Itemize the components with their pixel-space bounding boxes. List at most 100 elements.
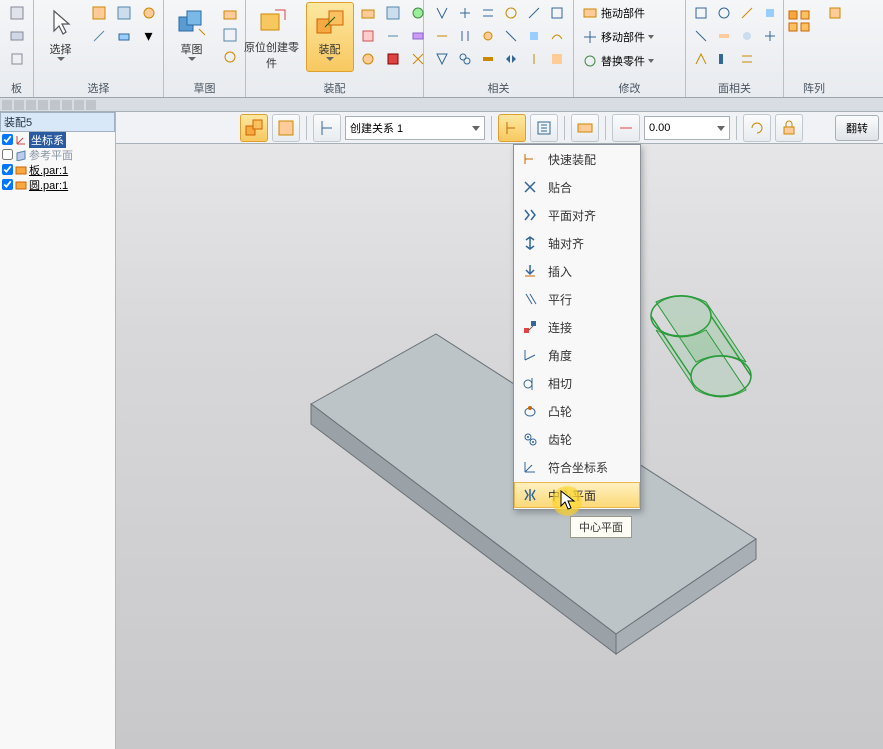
tree-item-circle[interactable]: 圆.par:1	[0, 177, 115, 192]
move-part-button[interactable]: 移动部件	[578, 26, 658, 48]
main-area: 装配5 坐标系 参考平面 板.par:1 圆.par:1	[0, 112, 883, 749]
sketch-button[interactable]: 草图	[168, 2, 216, 72]
viewport[interactable]: 创建关系 1 0.00 翻转 快速装配 贴合	[116, 112, 883, 749]
rel-11[interactable]	[522, 25, 546, 47]
rel-13[interactable]	[430, 48, 454, 70]
tb-btn-2[interactable]	[272, 114, 300, 142]
menu-axial-align[interactable]: 轴对齐	[514, 229, 640, 257]
menu-center-plane[interactable]: 中心平面	[514, 482, 640, 508]
array-button[interactable]	[781, 2, 821, 72]
board-btn2[interactable]	[5, 25, 29, 47]
asm-sm-1[interactable]	[356, 2, 380, 24]
asm-sm-4[interactable]	[356, 25, 380, 47]
menu-coordsys[interactable]: 符合坐标系	[514, 453, 640, 481]
ribbon-group-board: 板	[0, 0, 34, 97]
fc-4[interactable]	[758, 2, 782, 24]
board-btn3[interactable]	[5, 48, 29, 70]
fc-1[interactable]	[689, 2, 713, 24]
rel-6[interactable]	[545, 2, 569, 24]
rel-14[interactable]	[453, 48, 477, 70]
rel-18[interactable]	[545, 48, 569, 70]
sel-sm-4[interactable]	[87, 25, 111, 47]
sk-sm-2[interactable]	[218, 24, 242, 46]
rel-16[interactable]	[499, 48, 523, 70]
asm-sm-7[interactable]	[356, 48, 380, 70]
rel-9[interactable]	[476, 25, 500, 47]
sel-sm-1[interactable]	[87, 2, 111, 24]
insert-icon	[520, 261, 540, 281]
tree-item-coordsys[interactable]: 坐标系	[0, 132, 115, 147]
arr-sm[interactable]	[823, 2, 847, 24]
chevron-down-icon	[188, 57, 196, 61]
tree-check[interactable]	[2, 164, 13, 175]
rel-10[interactable]	[499, 25, 523, 47]
menu-gear[interactable]: 齿轮	[514, 425, 640, 453]
asm-sm-5[interactable]	[381, 25, 405, 47]
menu-connect[interactable]: 连接	[514, 313, 640, 341]
tb-btn-7[interactable]	[612, 114, 640, 142]
rel-3[interactable]	[476, 2, 500, 24]
fc-2[interactable]	[712, 2, 736, 24]
sel-sm-3[interactable]	[137, 2, 161, 24]
rel-1[interactable]	[430, 2, 454, 24]
tb-btn-6[interactable]	[571, 114, 599, 142]
menu-mate[interactable]: 贴合	[514, 173, 640, 201]
asm-small-grid	[356, 2, 430, 70]
rel-7[interactable]	[430, 25, 454, 47]
asm-sm-8[interactable]	[381, 48, 405, 70]
relation-combo[interactable]: 创建关系 1	[345, 116, 485, 140]
board-btn[interactable]	[5, 2, 29, 24]
tb-assembly-icon[interactable]	[240, 114, 268, 142]
create-part-button[interactable]: 原位创建零件	[240, 2, 304, 72]
menu-cam[interactable]: 凸轮	[514, 397, 640, 425]
tree-item-refplane[interactable]: 参考平面	[0, 147, 115, 162]
rel-17[interactable]	[522, 48, 546, 70]
fc-6[interactable]	[712, 25, 736, 47]
select-button[interactable]: 选择	[37, 2, 85, 72]
menu-parallel[interactable]: 平行	[514, 285, 640, 313]
tb-lock[interactable]	[775, 114, 803, 142]
tb-btn-3[interactable]	[313, 114, 341, 142]
fc-8[interactable]	[758, 25, 782, 47]
rel-15[interactable]	[476, 48, 500, 70]
rel-4[interactable]	[499, 2, 523, 24]
rel-12[interactable]	[545, 25, 569, 47]
gear-icon	[520, 429, 540, 449]
sel-sm-6[interactable]: ▾	[137, 25, 161, 47]
tree-check[interactable]	[2, 134, 13, 145]
value-combo[interactable]: 0.00	[644, 116, 730, 140]
tree-header: 装配5	[0, 112, 115, 132]
sel-sm-2[interactable]	[112, 2, 136, 24]
fc-11[interactable]	[735, 48, 759, 70]
replace-part-button[interactable]: 替换零件	[578, 50, 658, 72]
assembly-button[interactable]: 装配	[306, 2, 354, 72]
sk-sm-3[interactable]	[218, 46, 242, 68]
tb-constraint-type[interactable]	[498, 114, 526, 142]
asm-sm-2[interactable]	[381, 2, 405, 24]
fc-10[interactable]	[712, 48, 736, 70]
sel-sm-5[interactable]	[112, 25, 136, 47]
drag-part-button[interactable]: 拖动部件	[578, 2, 649, 24]
tb-rotate[interactable]	[743, 114, 771, 142]
fc-9[interactable]	[689, 48, 713, 70]
sk-sm-1[interactable]	[218, 2, 242, 24]
tree-check[interactable]	[2, 179, 13, 190]
tree-item-board[interactable]: 板.par:1	[0, 162, 115, 177]
ribbon-group-modify: 拖动部件 移动部件 替换零件 修改	[574, 0, 686, 97]
menu-angle[interactable]: 角度	[514, 341, 640, 369]
fc-5[interactable]	[689, 25, 713, 47]
menu-insert[interactable]: 插入	[514, 257, 640, 285]
fc-7[interactable]	[735, 25, 759, 47]
menu-quick-assembly[interactable]: 快速装配	[514, 145, 640, 173]
tree-check[interactable]	[2, 149, 13, 160]
rel-2[interactable]	[453, 2, 477, 24]
part-cylinder	[651, 296, 751, 398]
tb-btn-5[interactable]	[530, 114, 558, 142]
rel-5[interactable]	[522, 2, 546, 24]
menu-planar-align[interactable]: 平面对齐	[514, 201, 640, 229]
rel-8[interactable]	[453, 25, 477, 47]
flip-button[interactable]: 翻转	[835, 115, 879, 141]
fc-3[interactable]	[735, 2, 759, 24]
ribbon-group-select: 选择 ▾ 选择	[34, 0, 164, 97]
menu-tangent[interactable]: 相切	[514, 369, 640, 397]
